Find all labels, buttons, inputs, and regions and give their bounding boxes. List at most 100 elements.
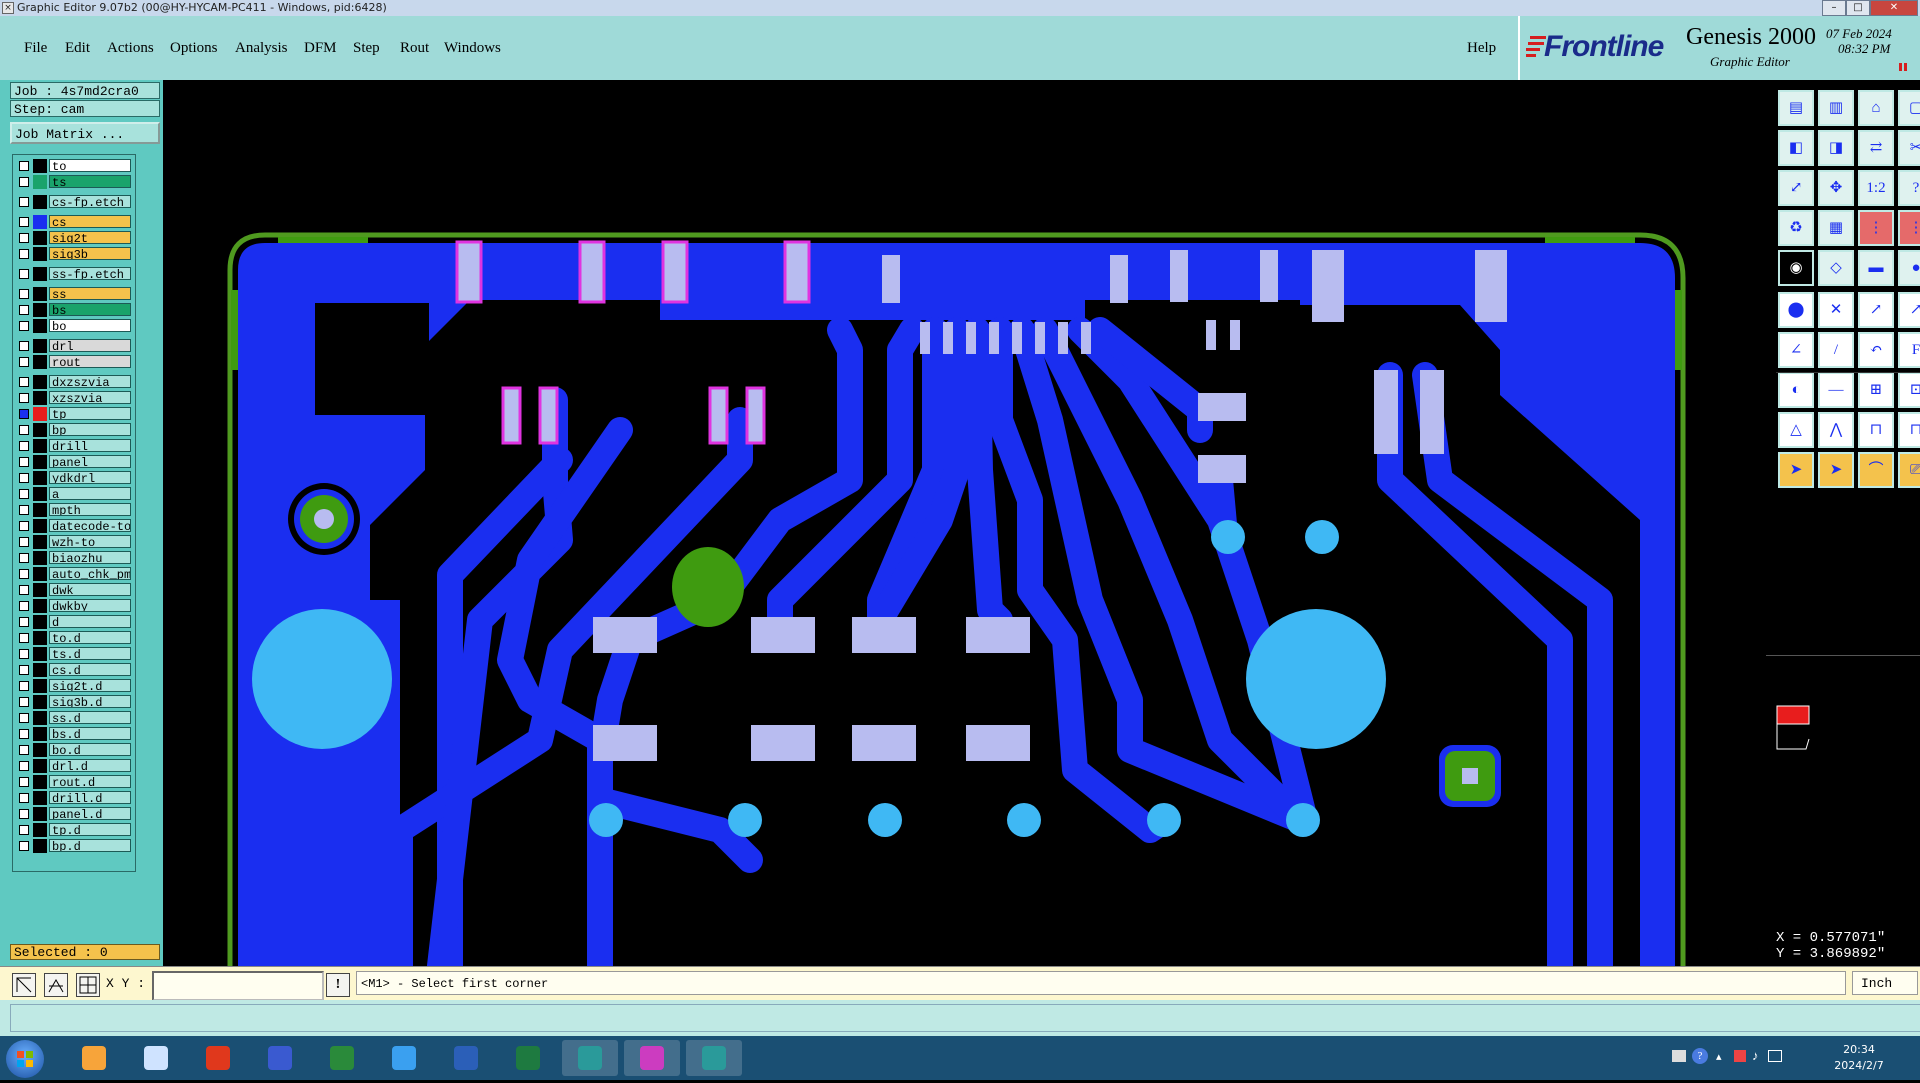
layer-name[interactable]: drl bbox=[49, 339, 131, 352]
connect-icon[interactable]: ↗ bbox=[1858, 292, 1894, 328]
layer-name[interactable]: dwk bbox=[49, 583, 131, 596]
layer-checkbox[interactable] bbox=[19, 793, 29, 803]
arc-icon[interactable]: ↶ bbox=[1858, 332, 1894, 368]
layer-checkbox[interactable] bbox=[19, 409, 29, 419]
layer-name[interactable]: rout.d bbox=[49, 775, 131, 788]
layer-name[interactable]: d bbox=[49, 615, 131, 628]
layer-color-swatch[interactable] bbox=[33, 267, 47, 281]
layer-name[interactable]: panel bbox=[49, 455, 131, 468]
layer-name[interactable]: xzszvia bbox=[49, 391, 131, 404]
window-icon[interactable]: ▢ bbox=[1898, 90, 1920, 126]
layer-name[interactable]: panel.d bbox=[49, 807, 131, 820]
layer-row[interactable]: to bbox=[13, 159, 135, 173]
layer-color-swatch[interactable] bbox=[33, 455, 47, 469]
layer-color-swatch[interactable] bbox=[33, 711, 47, 725]
clean-icon[interactable]: ♻ bbox=[1778, 210, 1814, 246]
layer-color-swatch[interactable] bbox=[33, 319, 47, 333]
layer-name[interactable]: dwkby bbox=[49, 599, 131, 612]
start-button[interactable] bbox=[6, 1040, 44, 1078]
layer-row[interactable]: drill.d bbox=[13, 791, 135, 805]
layer-checkbox[interactable] bbox=[19, 841, 29, 851]
layer-color-swatch[interactable] bbox=[33, 247, 47, 261]
layer-name[interactable]: bo bbox=[49, 319, 131, 332]
layers-icon[interactable]: ⋮ bbox=[1858, 210, 1894, 246]
tray-arrow-icon[interactable]: ▴ bbox=[1716, 1050, 1722, 1063]
menu-edit[interactable]: Edit bbox=[65, 40, 90, 57]
layer-color-swatch[interactable] bbox=[33, 775, 47, 789]
layer-checkbox[interactable] bbox=[19, 617, 29, 627]
help-icon[interactable]: ? bbox=[1898, 170, 1920, 206]
layer-name[interactable]: to bbox=[49, 159, 131, 172]
taskbar-clock[interactable]: 20:34 2024/2/7 bbox=[1800, 1042, 1918, 1074]
menu-analysis[interactable]: Analysis bbox=[235, 40, 288, 57]
layer-color-swatch[interactable] bbox=[33, 355, 47, 369]
layer-name[interactable]: rout bbox=[49, 355, 131, 368]
tray-volume-icon[interactable]: ♪ bbox=[1752, 1048, 1759, 1064]
layer-name[interactable]: biaozhu bbox=[49, 551, 131, 564]
layer-name[interactable]: bp.d bbox=[49, 839, 131, 852]
pcb-view[interactable] bbox=[163, 80, 1766, 966]
layer-name[interactable]: datecode-to bbox=[49, 519, 131, 532]
save-app-icon[interactable] bbox=[252, 1040, 308, 1076]
excel-app-icon[interactable] bbox=[500, 1040, 556, 1076]
save-icon[interactable]: ▥ bbox=[1818, 90, 1854, 126]
layer-color-swatch[interactable] bbox=[33, 195, 47, 209]
notepad-app-icon[interactable] bbox=[128, 1040, 184, 1076]
shape-icon[interactable]: ◉ bbox=[1778, 250, 1814, 286]
layer-checkbox[interactable] bbox=[19, 425, 29, 435]
layer-row[interactable]: rout.d bbox=[13, 775, 135, 789]
editor-app-icon[interactable] bbox=[686, 1040, 742, 1076]
layer-checkbox[interactable] bbox=[19, 761, 29, 771]
layer-row[interactable]: drl.d bbox=[13, 759, 135, 773]
redo-icon[interactable]: ◨ bbox=[1818, 130, 1854, 166]
layer-row[interactable]: to.d bbox=[13, 631, 135, 645]
undo-icon[interactable]: ◧ bbox=[1778, 130, 1814, 166]
layer-checkbox[interactable] bbox=[19, 473, 29, 483]
layer-checkbox[interactable] bbox=[19, 289, 29, 299]
layer-name[interactable]: ydkdrl bbox=[49, 471, 131, 484]
layer-color-swatch[interactable] bbox=[33, 231, 47, 245]
close-button[interactable]: ✕ bbox=[1870, 0, 1918, 16]
layer-color-swatch[interactable] bbox=[33, 391, 47, 405]
layer-row[interactable]: rout bbox=[13, 355, 135, 369]
layer-color-swatch[interactable] bbox=[33, 551, 47, 565]
layer-name[interactable]: bs.d bbox=[49, 727, 131, 740]
layer-color-swatch[interactable] bbox=[33, 647, 47, 661]
layer-checkbox[interactable] bbox=[19, 697, 29, 707]
layer-checkbox[interactable] bbox=[19, 713, 29, 723]
layer-checkbox[interactable] bbox=[19, 809, 29, 819]
net-icon[interactable]: ⬤ bbox=[1778, 292, 1814, 328]
layer-checkbox[interactable] bbox=[19, 249, 29, 259]
cut-icon[interactable]: ✂ bbox=[1898, 130, 1920, 166]
layer-row[interactable]: bs.d bbox=[13, 727, 135, 741]
graphic-canvas[interactable] bbox=[163, 80, 1766, 966]
snap-icon[interactable]: ✕ bbox=[1818, 292, 1854, 328]
layer-name[interactable]: sig3b.d bbox=[49, 695, 131, 708]
layer-row[interactable]: tp.d bbox=[13, 823, 135, 837]
layer-name[interactable]: cs bbox=[49, 215, 131, 228]
layer-color-swatch[interactable] bbox=[33, 807, 47, 821]
layer-checkbox[interactable] bbox=[19, 681, 29, 691]
layer-row[interactable]: cs bbox=[13, 215, 135, 229]
compare-icon[interactable]: ⋮ bbox=[1898, 210, 1920, 246]
layer-color-swatch[interactable] bbox=[33, 535, 47, 549]
polygon-icon[interactable]: ◇ bbox=[1818, 250, 1854, 286]
dot-icon[interactable]: ● bbox=[1898, 250, 1920, 286]
layer-checkbox[interactable] bbox=[19, 521, 29, 531]
draw-mode-icon[interactable] bbox=[12, 973, 36, 997]
menu-dfm[interactable]: DFM bbox=[304, 40, 337, 57]
layer-color-swatch[interactable] bbox=[33, 159, 47, 173]
fit-icon[interactable]: ⤢ bbox=[1778, 170, 1814, 206]
layer-row[interactable]: sig3b.d bbox=[13, 695, 135, 709]
tray-network-icon[interactable] bbox=[1768, 1050, 1782, 1062]
grid-mode-icon[interactable] bbox=[76, 973, 100, 997]
layer-row[interactable]: d bbox=[13, 615, 135, 629]
layer-color-swatch[interactable] bbox=[33, 487, 47, 501]
layer-name[interactable]: to.d bbox=[49, 631, 131, 644]
minimize-button[interactable]: – bbox=[1822, 0, 1846, 16]
maximize-button[interactable]: □ bbox=[1846, 0, 1870, 16]
layer-row[interactable]: ss bbox=[13, 287, 135, 301]
layer-row[interactable]: biaozhu bbox=[13, 551, 135, 565]
layer-checkbox[interactable] bbox=[19, 505, 29, 515]
layer-color-swatch[interactable] bbox=[33, 407, 47, 421]
